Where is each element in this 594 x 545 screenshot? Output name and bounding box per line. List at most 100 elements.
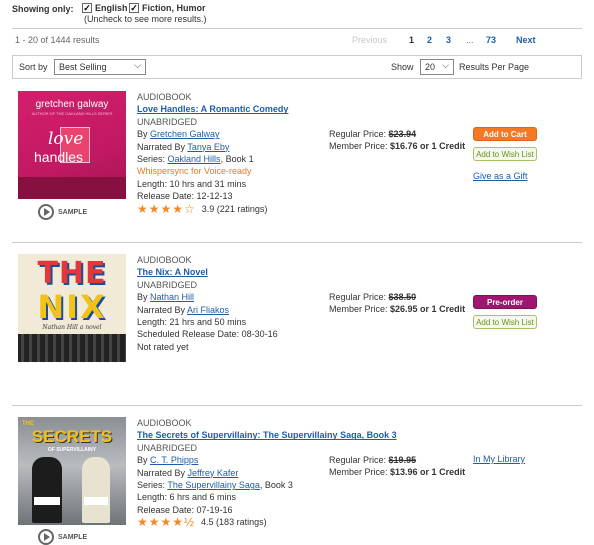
checkbox-checked-icon[interactable]: ✓ — [82, 3, 92, 13]
series-link[interactable]: Oakland Hills — [168, 154, 221, 164]
author-link[interactable]: Nathan Hill — [150, 292, 194, 302]
page-73-link[interactable]: 73 — [486, 35, 496, 45]
sort-toolbar: Sort by Best Selling ⌵ Show 20 ⌵ Results… — [12, 55, 582, 79]
narrated-by-label: Narrated By — [137, 304, 186, 315]
sample-player[interactable]: SAMPLE — [38, 204, 87, 220]
sort-select-value: Best Selling — [59, 62, 107, 72]
divider — [12, 28, 582, 29]
narrator-link[interactable]: Ari Fliakos — [187, 305, 229, 315]
cover-title-the: THE — [37, 256, 107, 291]
add-to-wish-list-button[interactable]: Add to Wish List — [473, 147, 537, 161]
rating-text: 4.5 (183 ratings) — [201, 517, 267, 528]
pre-order-button[interactable]: Pre-order — [473, 295, 537, 309]
format-label: AUDIOBOOK — [137, 255, 192, 265]
by-label: By — [137, 292, 148, 303]
english-filter-label: English — [95, 3, 128, 13]
format-label: AUDIOBOOK — [137, 418, 192, 428]
release-date-text: Scheduled Release Date: 08-30-16 — [137, 329, 278, 340]
rating-text: 3.9 (221 ratings) — [201, 203, 268, 214]
regular-price: $19.95 — [388, 455, 417, 465]
edition-label: UNABRIDGED — [137, 279, 198, 290]
english-filter-checkbox[interactable]: ✓ English — [82, 3, 128, 13]
length-text: Length: 6 hrs and 6 mins — [137, 492, 237, 503]
cover-tagline: AUTHOR OF THE OAKLAND HILLS SERIES — [31, 111, 113, 116]
cover-placard-left — [34, 497, 60, 505]
divider — [12, 405, 582, 406]
book-title-link[interactable]: The Secrets of Supervillainy: The Superv… — [137, 430, 397, 440]
fiction-humor-filter-label: Fiction, Humor — [142, 3, 206, 13]
series-book-number: , Book 3 — [259, 480, 293, 491]
result-item: THE NIX Nathan Hill a novel AUDIOBOOK Th… — [12, 253, 582, 403]
price-block: Regular Price: $23.94 Member Price: $16.… — [329, 128, 479, 153]
book-cover-image[interactable]: THE SECRETS OF SUPERVILLAINY — [18, 417, 126, 525]
fiction-humor-filter-checkbox[interactable]: ✓ Fiction, Humor — [129, 3, 206, 13]
author-link[interactable]: Gretchen Galway — [150, 129, 220, 139]
action-buttons: Pre-order Add to Wish List — [473, 295, 539, 329]
series-book-number: , Book 1 — [220, 154, 254, 165]
book-details: AUDIOBOOK The Nix: A Novel UNABRIDGED By… — [137, 254, 327, 353]
sort-by-label: Sort by — [19, 62, 48, 72]
narrator-link[interactable]: Tanya Eby — [187, 142, 229, 152]
member-price: $26.95 or 1 Credit — [390, 304, 466, 315]
give-as-gift-link[interactable]: Give as a Gift — [473, 171, 539, 181]
sample-player[interactable]: SAMPLE — [38, 529, 87, 545]
narrator-link[interactable]: Jeffrey Kafer — [188, 468, 239, 478]
cover-placard-right — [84, 497, 108, 505]
play-icon[interactable] — [38, 204, 54, 220]
star-rating-icon: ★★★★½ — [137, 515, 196, 530]
star-rating-icon: ★★★★☆ — [137, 201, 196, 216]
page-ellipsis: ... — [466, 35, 474, 45]
cover-word-handles: handles — [34, 149, 84, 165]
book-title-link[interactable]: The Nix: A Novel — [137, 267, 208, 277]
cover-title-nix: NIX — [37, 288, 107, 326]
book-cover-image[interactable]: THE NIX Nathan Hill a novel — [18, 254, 126, 362]
release-date-text: Release Date: 12-12-13 — [137, 191, 233, 202]
book-title-link[interactable]: Love Handles: A Romantic Comedy — [137, 104, 288, 114]
result-count: 1 - 20 of 1444 results — [15, 35, 100, 45]
regular-price-label: Regular Price: — [329, 292, 387, 302]
previous-page-link: Previous — [352, 35, 388, 45]
series-label: Series: — [137, 154, 166, 165]
not-rated-text: Not rated yet — [137, 341, 189, 352]
cover-title-secrets: SECRETS — [31, 427, 113, 446]
member-price-label: Member Price: — [329, 304, 388, 315]
cover-word-love: love — [48, 129, 84, 149]
edition-label: UNABRIDGED — [137, 116, 198, 127]
play-icon[interactable] — [38, 529, 54, 545]
edition-label: UNABRIDGED — [137, 442, 198, 453]
page-1-link[interactable]: 1 — [409, 35, 414, 45]
cover-title-supervillainy: OF SUPERVILLAINY — [47, 447, 97, 453]
page-3-link[interactable]: 3 — [446, 35, 451, 45]
cover-ground-art — [18, 177, 126, 199]
chevron-down-icon: ⌵ — [134, 60, 141, 70]
sample-label: SAMPLE — [58, 533, 88, 541]
action-buttons: In My Library — [473, 454, 539, 464]
author-link[interactable]: C. T. Phipps — [150, 455, 198, 465]
member-price: $13.96 or 1 Credit — [390, 467, 466, 478]
result-item: gretchen galway AUTHOR OF THE OAKLAND HI… — [12, 90, 582, 238]
format-label: AUDIOBOOK — [137, 92, 192, 102]
next-page-link[interactable]: Next — [516, 35, 536, 45]
price-block: Regular Price: $19.95 Member Price: $13.… — [329, 454, 479, 479]
in-my-library-link[interactable]: In My Library — [473, 454, 525, 464]
pagination: 1 - 20 of 1444 results Previous 1 2 3 ..… — [12, 33, 582, 47]
cover-hero-figure — [82, 457, 110, 523]
checkbox-checked-icon[interactable]: ✓ — [129, 3, 139, 13]
by-label: By — [137, 129, 148, 140]
page-2-link[interactable]: 2 — [427, 35, 432, 45]
book-cover-image[interactable]: gretchen galway AUTHOR OF THE OAKLAND HI… — [18, 91, 126, 199]
series-link[interactable]: The Supervillainy Saga — [167, 480, 260, 490]
sort-select[interactable]: Best Selling ⌵ — [54, 59, 146, 75]
per-page-select[interactable]: 20 ⌵ — [420, 59, 454, 75]
member-price: $16.76 or 1 Credit — [390, 141, 466, 152]
add-to-cart-button[interactable]: Add to Cart — [473, 127, 537, 141]
narrated-by-label: Narrated By — [137, 141, 186, 152]
narrated-by-label: Narrated By — [137, 467, 186, 478]
cover-byline: Nathan Hill a novel — [42, 324, 102, 331]
divider — [12, 242, 582, 243]
regular-price-label: Regular Price: — [329, 455, 387, 465]
regular-price: $23.94 — [388, 129, 417, 139]
whispersync-note: Whispersync for Voice-ready — [137, 166, 252, 177]
chevron-down-icon: ⌵ — [442, 60, 449, 70]
add-to-wish-list-button[interactable]: Add to Wish List — [473, 315, 537, 329]
